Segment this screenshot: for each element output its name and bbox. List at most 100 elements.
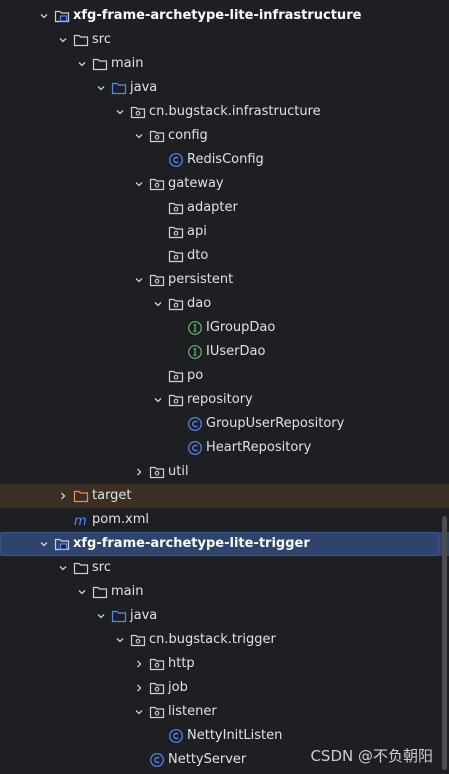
- tree-label: util: [168, 464, 189, 479]
- chevron-down-icon[interactable]: [131, 172, 147, 196]
- tree-row-folder-main[interactable]: main: [0, 52, 449, 76]
- vertical-scrollbar[interactable]: [442, 516, 447, 770]
- svg-text:m: m: [74, 514, 87, 528]
- tree-label: xfg-frame-archetype-lite-trigger: [73, 536, 310, 551]
- tree-row-package-persistent[interactable]: persistent: [0, 268, 449, 292]
- tree-label: GroupUserRepository: [206, 416, 345, 431]
- tree-row-package-adapter[interactable]: adapter: [0, 196, 449, 220]
- chevron-down-icon[interactable]: [55, 28, 71, 52]
- tree-label: xfg-frame-archetype-lite-infrastructure: [73, 8, 362, 23]
- tree-label: listener: [168, 704, 217, 719]
- package-icon: [168, 296, 184, 312]
- chevron-down-icon[interactable]: [36, 4, 52, 28]
- watermark: CSDN @不负朝阳: [310, 747, 433, 765]
- tree-label: java: [130, 80, 158, 95]
- source-folder-icon: [111, 608, 127, 624]
- tree-row-package-cn-bugstack-infrastructure[interactable]: cn.bugstack.infrastructure: [0, 100, 449, 124]
- tree-label: cn.bugstack.trigger: [149, 632, 276, 647]
- package-icon: [149, 656, 165, 672]
- tree-row-package-config[interactable]: config: [0, 124, 449, 148]
- tree-label: dao: [187, 296, 212, 311]
- excluded-folder-icon: [73, 488, 89, 504]
- chevron-down-icon[interactable]: [93, 76, 109, 100]
- tree-row-module-infrastructure[interactable]: xfg-frame-archetype-lite-infrastructure: [0, 4, 449, 28]
- package-icon: [168, 200, 184, 216]
- package-icon: [149, 464, 165, 480]
- package-icon: [168, 224, 184, 240]
- tree-label: repository: [187, 392, 253, 407]
- chevron-down-icon[interactable]: [131, 124, 147, 148]
- tree-row-module-trigger[interactable]: xfg-frame-archetype-lite-trigger: [0, 532, 449, 556]
- chevron-down-icon[interactable]: [112, 628, 128, 652]
- project-tree: xfg-frame-archetype-lite-infrastructure s…: [0, 4, 449, 772]
- tree-label: target: [92, 488, 132, 503]
- package-icon: [168, 392, 184, 408]
- package-icon: [168, 248, 184, 264]
- chevron-down-icon[interactable]: [112, 100, 128, 124]
- folder-icon: [73, 560, 89, 576]
- chevron-right-icon[interactable]: [131, 460, 147, 484]
- tree-row-package-api[interactable]: api: [0, 220, 449, 244]
- source-folder-icon: [111, 80, 127, 96]
- tree-row-package-http[interactable]: http: [0, 652, 449, 676]
- tree-row-package-po[interactable]: po: [0, 364, 449, 388]
- chevron-down-icon[interactable]: [150, 388, 166, 412]
- tree-row-interface-iuserdao[interactable]: IUserDao: [0, 340, 449, 364]
- tree-row-class-redisconfig[interactable]: RedisConfig: [0, 148, 449, 172]
- tree-row-package-listener[interactable]: listener: [0, 700, 449, 724]
- package-icon: [149, 704, 165, 720]
- chevron-down-icon[interactable]: [131, 268, 147, 292]
- tree-row-package-dto[interactable]: dto: [0, 244, 449, 268]
- chevron-right-icon[interactable]: [131, 676, 147, 700]
- tree-label: adapter: [187, 200, 238, 215]
- tree-row-package-gateway[interactable]: gateway: [0, 172, 449, 196]
- tree-label: gateway: [168, 176, 224, 191]
- chevron-down-icon[interactable]: [150, 292, 166, 316]
- module-folder-icon: [54, 536, 70, 552]
- tree-row-package-job[interactable]: job: [0, 676, 449, 700]
- chevron-down-icon[interactable]: [55, 556, 71, 580]
- folder-icon: [92, 584, 108, 600]
- chevron-down-icon[interactable]: [93, 604, 109, 628]
- tree-label: main: [111, 56, 144, 71]
- tree-label: IGroupDao: [206, 320, 276, 335]
- tree-row-package-cn-bugstack-trigger[interactable]: cn.bugstack.trigger: [0, 628, 449, 652]
- tree-label: src: [92, 560, 111, 575]
- tree-row-file-pom-xml[interactable]: m pom.xml: [0, 508, 449, 532]
- chevron-right-icon[interactable]: [131, 652, 147, 676]
- tree-label: HeartRepository: [206, 440, 312, 455]
- folder-icon: [92, 56, 108, 72]
- maven-icon: m: [73, 512, 89, 528]
- interface-icon: [187, 344, 203, 360]
- package-icon: [130, 632, 146, 648]
- tree-label: main: [111, 584, 144, 599]
- tree-row-folder-java[interactable]: java: [0, 76, 449, 100]
- tree-row-package-repository[interactable]: repository: [0, 388, 449, 412]
- package-icon: [149, 176, 165, 192]
- tree-label: api: [187, 224, 207, 239]
- chevron-right-icon[interactable]: [55, 484, 71, 508]
- tree-row-interface-igroupdao[interactable]: IGroupDao: [0, 316, 449, 340]
- tree-row-folder-main[interactable]: main: [0, 580, 449, 604]
- tree-row-package-dao[interactable]: dao: [0, 292, 449, 316]
- chevron-down-icon[interactable]: [36, 532, 52, 556]
- tree-row-folder-target[interactable]: target: [0, 484, 449, 508]
- tree-label: http: [168, 656, 195, 671]
- tree-label: src: [92, 32, 111, 47]
- package-icon: [149, 680, 165, 696]
- tree-label: NettyServer: [168, 752, 247, 767]
- tree-row-folder-src[interactable]: src: [0, 556, 449, 580]
- tree-row-class-heartrepository[interactable]: HeartRepository: [0, 436, 449, 460]
- tree-label: IUserDao: [206, 344, 266, 359]
- package-icon: [130, 104, 146, 120]
- tree-row-folder-src[interactable]: src: [0, 28, 449, 52]
- chevron-down-icon[interactable]: [74, 580, 90, 604]
- tree-label: job: [168, 680, 188, 695]
- chevron-down-icon[interactable]: [131, 700, 147, 724]
- tree-row-class-groupuserrepository[interactable]: GroupUserRepository: [0, 412, 449, 436]
- tree-row-folder-java[interactable]: java: [0, 604, 449, 628]
- tree-row-package-util[interactable]: util: [0, 460, 449, 484]
- tree-label: java: [130, 608, 158, 623]
- package-icon: [149, 272, 165, 288]
- chevron-down-icon[interactable]: [74, 52, 90, 76]
